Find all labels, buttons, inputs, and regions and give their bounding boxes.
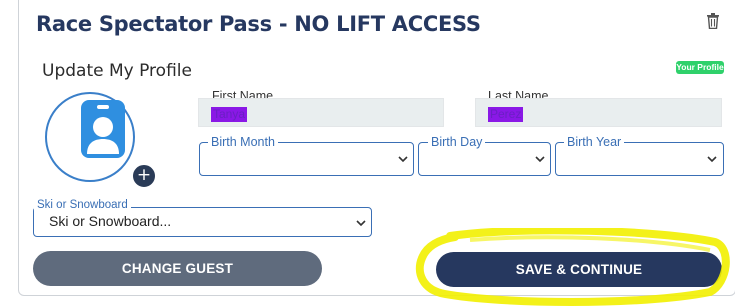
change-guest-button[interactable]: CHANGE GUEST (33, 251, 322, 286)
trash-icon[interactable] (706, 13, 720, 29)
id-badge-icon (81, 100, 125, 158)
update-profile-heading: Update My Profile (42, 61, 192, 81)
birth-month-label: Birth Month (208, 135, 278, 149)
chevron-down-icon (707, 156, 717, 163)
birth-day-label: Birth Day (428, 135, 486, 149)
first-name-value: Tanya (211, 107, 248, 122)
your-profile-badge: Your Profile (676, 61, 724, 74)
plus-icon: + (136, 165, 152, 185)
chevron-down-icon (398, 156, 408, 163)
pass-title: Race Spectator Pass - NO LIFT ACCESS (36, 12, 481, 36)
last-name-value: Perez (488, 107, 524, 122)
birth-year-label: Birth Year (564, 135, 625, 149)
chevron-down-icon (356, 220, 366, 227)
chevron-down-icon (535, 156, 545, 163)
add-photo-button[interactable]: + (132, 164, 156, 188)
ski-or-snowboard-value: Ski or Snowboard... (49, 213, 172, 229)
save-continue-button[interactable]: SAVE & CONTINUE (436, 252, 722, 287)
ski-or-snowboard-label: Ski or Snowboard (34, 199, 131, 211)
